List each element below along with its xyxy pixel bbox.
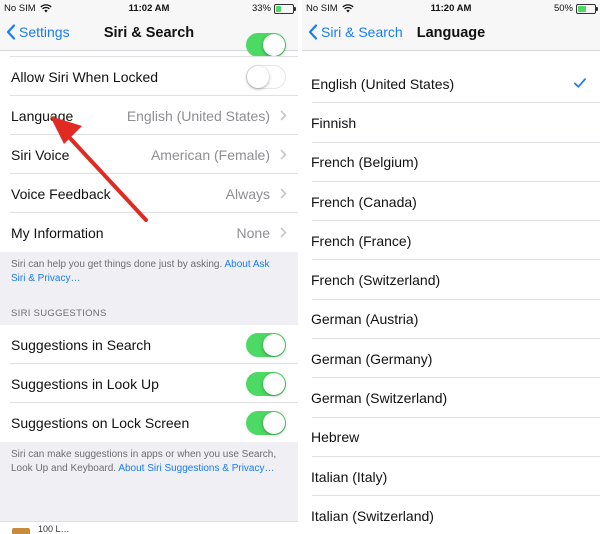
- language-item-10[interactable]: Italian (Italy): [302, 456, 600, 497]
- language-item-9[interactable]: Hebrew: [302, 417, 600, 458]
- navigation-bar: Siri & Search Language: [302, 18, 600, 51]
- language-item-5[interactable]: French (Switzerland): [302, 260, 600, 301]
- language-item-4[interactable]: French (France): [302, 221, 600, 261]
- language-label: German (Austria): [311, 311, 419, 328]
- back-button[interactable]: Settings: [6, 24, 70, 40]
- row-value: Always: [225, 185, 270, 202]
- language-label: French (Belgium): [311, 154, 419, 171]
- chevron-right-icon: [280, 149, 287, 160]
- allow-siri-locked-row: Allow Siri When Locked: [0, 57, 298, 96]
- language-item-2[interactable]: French (Belgium): [302, 142, 600, 183]
- back-button-label: Settings: [19, 24, 70, 40]
- battery-icon: [576, 3, 598, 14]
- chevron-left-icon: [308, 24, 318, 40]
- about-siri-suggestions-link[interactable]: About Siri Suggestions & Privacy…: [118, 463, 274, 474]
- row-label: Suggestions in Look Up: [11, 375, 159, 392]
- suggestions-lockscreen-row: Suggestions on Lock Screen: [0, 403, 298, 442]
- language-item-1[interactable]: Finnish: [302, 103, 600, 143]
- back-button-label: Siri & Search: [321, 24, 403, 40]
- siri-search-screen: No SIM 11:02 AM 33% Settings Siri & Sear…: [0, 0, 298, 534]
- language-label: French (Switzerland): [311, 272, 441, 289]
- allow-siri-locked-toggle[interactable]: [246, 64, 286, 89]
- note-text: Siri can help you get things done just b…: [11, 259, 225, 270]
- row-value: None: [236, 224, 270, 241]
- chevron-right-icon: [280, 227, 287, 238]
- language-item-3[interactable]: French (Canada): [302, 181, 600, 222]
- language-label: Finnish: [311, 114, 357, 131]
- siri-footer-note: Siri can help you get things done just b…: [0, 252, 298, 294]
- battery-percent: 33%: [251, 3, 271, 14]
- language-label: English (United States): [311, 75, 455, 92]
- language-item-11[interactable]: Italian (Switzerland): [302, 496, 600, 534]
- language-label: German (Switzerland): [311, 390, 448, 407]
- suggestions-footer-note: Siri can make suggestions in apps or whe…: [0, 442, 298, 484]
- row-label: Suggestions on Lock Screen: [11, 414, 190, 431]
- language-item-8[interactable]: German (Switzerland): [302, 378, 600, 418]
- section-header: SIRI SUGGESTIONS: [11, 308, 107, 319]
- suggestions-lockscreen-toggle[interactable]: [246, 410, 286, 435]
- language-label: French (France): [311, 232, 412, 249]
- chevron-right-icon: [280, 110, 287, 121]
- status-bar: No SIM 11:20 AM 50%: [302, 0, 600, 18]
- row-label: My Information: [11, 224, 104, 241]
- row-label: Suggestions in Search: [11, 336, 152, 353]
- language-label: French (Canada): [311, 193, 417, 210]
- suggestions-lookup-toggle[interactable]: [246, 371, 286, 396]
- row-value: American (Female): [150, 146, 270, 163]
- language-item-0[interactable]: English (United States): [302, 64, 600, 104]
- suggestions-search-row: Suggestions in Search: [0, 325, 298, 364]
- suggestions-search-toggle[interactable]: [246, 332, 286, 357]
- red-arrow-annotation: [50, 116, 148, 222]
- battery-percent: 50%: [553, 3, 573, 14]
- checkmark-icon: [574, 78, 586, 88]
- suggestions-lookup-row: Suggestions in Look Up: [0, 364, 298, 403]
- back-button[interactable]: Siri & Search: [308, 24, 403, 40]
- app-icon: [12, 528, 30, 534]
- clipped-toggle[interactable]: [246, 33, 286, 57]
- language-list: English (United States) Finnish French (…: [302, 64, 600, 534]
- language-item-7[interactable]: German (Germany): [302, 339, 600, 379]
- clipped-label: 100 L…: [38, 524, 70, 534]
- chevron-right-icon: [280, 188, 287, 199]
- language-label: German (Germany): [311, 350, 433, 367]
- language-screen: No SIM 11:20 AM 50% Siri & Search Langua…: [302, 0, 600, 534]
- language-label: Hebrew: [311, 429, 360, 446]
- chevron-left-icon: [6, 24, 16, 40]
- language-item-6[interactable]: German (Austria): [302, 299, 600, 340]
- row-label: Allow Siri When Locked: [11, 68, 159, 85]
- clipped-app-row[interactable]: 100 L…: [0, 521, 298, 534]
- language-label: Italian (Switzerland): [311, 507, 434, 524]
- status-bar: No SIM 11:02 AM 33%: [0, 0, 298, 18]
- battery-icon: [274, 3, 296, 14]
- language-label: Italian (Italy): [311, 468, 388, 485]
